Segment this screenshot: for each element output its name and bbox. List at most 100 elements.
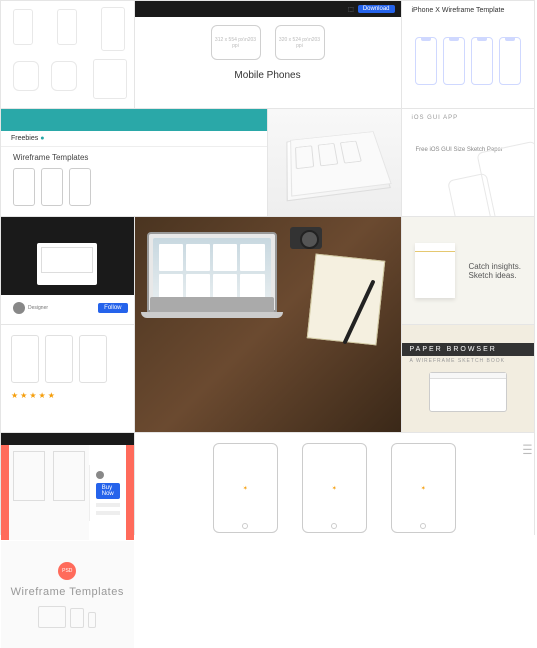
watch-outline [51,61,77,91]
card-row [11,335,107,383]
dark-bar [1,433,134,445]
thumb-insights[interactable]: Catch insights. Sketch ideas. [402,217,535,324]
paper-stack-graphic [286,132,390,201]
thumbnail-grid: ⬚ Download 312 x 554 px\n203 ppi 320 x 5… [0,0,535,535]
thumb-dark-editor[interactable]: Designer Follow [1,217,134,324]
editor-toolbar: ⬚ Download [135,1,401,17]
card-outline [79,335,107,383]
thumb-red-sidebar[interactable]: Buy Now [1,433,134,540]
line: Catch insights. [469,262,521,271]
section-title: Mobile Phones [234,70,300,81]
phone-outline [88,612,96,628]
thumb-paper-stack[interactable] [268,109,401,216]
phone-size-box: 320 x 524 px\n203 ppi [275,25,325,60]
banner-title: PAPER BROWSER [410,346,497,353]
phone-size-box: 312 x 554 px\n203 ppi [211,25,261,60]
browser-window [37,243,97,285]
notch-icon [449,38,459,41]
card [53,451,85,501]
canvas [1,233,134,295]
brand-label: iOS GUI APP [412,115,459,121]
avatar [13,302,25,314]
phone-row [13,168,91,206]
size-label: 320 x 524 px\n203 ppi [276,37,324,49]
avatar [96,471,104,479]
toolbar-text: ⬚ [348,6,354,13]
editor-toolbar [1,217,134,233]
ipad-outline: ✶ [391,443,456,533]
notch-icon [505,38,515,41]
ipad-outline: ✶ [213,443,278,533]
phone-outline [41,168,63,206]
author-badge[interactable]: Designer [7,299,54,317]
phone-outline [57,9,77,45]
phone-outline [13,168,35,206]
desk-photo [135,217,401,432]
watch-outline [13,61,39,91]
frame [317,143,338,166]
thumb-paper-browser[interactable]: PAPER BROWSER A WIREFRAME SKETCH BOOK [402,325,535,432]
brand-bar: Freebies ● [1,131,267,147]
ipad-outline: ✶ [302,443,367,533]
brand-label: Freebies [11,135,38,142]
laptop-base [141,312,283,318]
card-outline [45,335,73,383]
ipad-col: ✶ [213,443,278,533]
notepad-graphic [415,243,455,298]
thumb-title: Wireframe Templates [11,586,124,598]
tablet-outline [93,59,127,99]
phone-outline [101,7,125,51]
footer-row: Designer Follow [1,295,134,321]
card-outline [11,335,39,383]
psd-badge: PSD [58,562,76,580]
frame [295,145,314,169]
thumb-wireframe-templates[interactable]: PSD Wireframe Templates [1,541,134,648]
notebook [306,254,385,346]
thumb-devices-outline[interactable] [1,1,134,108]
notch-icon [477,38,487,41]
thumb-ipads[interactable]: ✶ ✶ ✶ ┃┃┃ [135,433,535,648]
center-dot: ✶ [421,485,426,492]
download-button[interactable]: Download [358,5,395,13]
insight-text: Catch insights. Sketch ideas. [469,262,521,280]
notch-icon [421,38,431,41]
thumb-iphonex[interactable]: iPhone X Wireframe Template [402,1,535,108]
thumb-ios-gui[interactable]: iOS GUI APP Free iOS GUI Size Sketch Pap… [402,109,535,216]
phone-outline [13,9,33,45]
side-label: ┃┃┃ [522,443,530,456]
star-icon: ★ [20,391,27,400]
laptop-screen [153,238,271,306]
buy-button[interactable]: Buy Now [96,483,120,499]
frame [340,140,362,163]
center-dot: ✶ [243,485,248,492]
phone-outline [69,168,91,206]
content-area [9,439,89,540]
laptop-outline [38,606,66,628]
thumb-laptop-photo[interactable] [135,217,401,432]
iphonex-outline [443,37,465,85]
card [13,451,45,501]
line: Sketch ideas. [469,271,521,280]
thumb-mobile-phones[interactable]: ⬚ Download 312 x 554 px\n203 ppi 320 x 5… [135,1,401,108]
browser-mock [429,372,507,412]
banner-sub: A WIREFRAME SKETCH BOOK [410,358,506,364]
thumb-card-wireframes[interactable]: ★★★★★ [1,325,134,432]
iphonex-outline [471,37,493,85]
banner: PAPER BROWSER [402,343,535,356]
star-icon: ★ [48,391,55,400]
page-heading: Wireframe Templates [13,153,88,162]
star-row: ★★★★★ [11,391,55,400]
follow-button[interactable]: Follow [98,303,127,313]
star-icon: ★ [39,391,46,400]
sidebar-left [1,445,9,540]
thumb-freebies[interactable]: Freebies ● Wireframe Templates [1,109,267,216]
star-icon: ★ [29,391,36,400]
star-icon: ★ [11,391,18,400]
iphonex-outline [499,37,521,85]
sidebar-far-right [126,445,134,540]
size-label: 312 x 554 px\n203 ppi [212,37,260,49]
sidebar-right: Buy Now [89,465,126,521]
ipad-col: ✶ [391,443,456,533]
author-name: Designer [28,305,48,311]
iphonex-row [415,37,521,85]
